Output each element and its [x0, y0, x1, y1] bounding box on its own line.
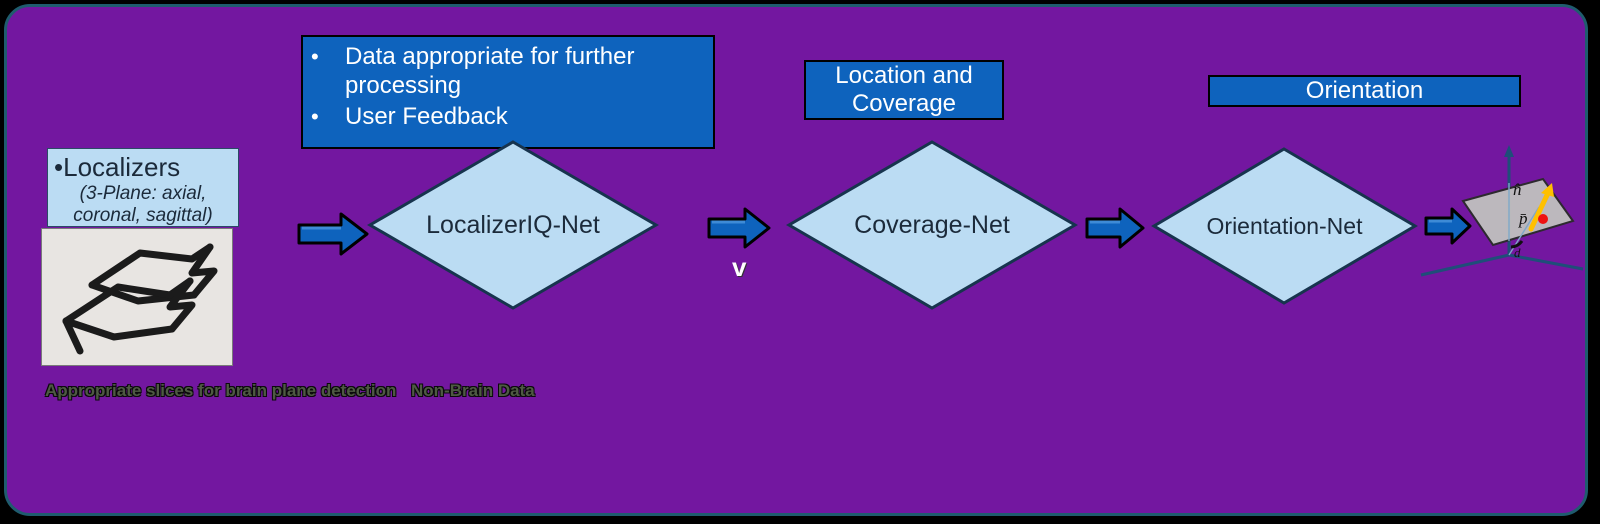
bullet-item: • Data appropriate for further processin… [311, 43, 703, 101]
svg-text:n̂: n̂ [1513, 180, 1522, 199]
callout-line-1: Location and [835, 62, 973, 90]
bullet-dot-icon: • [311, 44, 319, 69]
callout-coverage-output: Location and Coverage [804, 60, 1004, 120]
flow-arrow-1-icon [297, 212, 369, 256]
diagram-slide: • Data appropriate for further processin… [4, 4, 1588, 516]
callout-localizeriq-output: • Data appropriate for further processin… [301, 35, 715, 149]
flow-arrow-2-icon [707, 207, 771, 249]
bullet-text: User Feedback [345, 102, 508, 130]
stage-orientation-net: Orientation-Net [1151, 147, 1418, 305]
localizers-title-row: •Localizers [54, 153, 232, 182]
flow-arrow-3-icon [1085, 207, 1145, 249]
callout-orientation-output: Orientation [1208, 75, 1521, 107]
bullet-text: Data appropriate for further processing [345, 43, 635, 99]
callout-line-2: Coverage [851, 90, 957, 117]
connector-mark: v [732, 252, 747, 282]
bullet-item: • User Feedback [311, 103, 703, 132]
input-localizers-box: •Localizers (3-Plane: axial, coronal, sa… [47, 148, 239, 227]
svg-text:p̄: p̄ [1518, 209, 1528, 228]
localizers-title: Localizers [63, 152, 181, 182]
bullet-dot-icon: • [54, 152, 64, 182]
localizer-sketch-image [41, 228, 233, 366]
localizers-subtitle-2: coronal, sagittal) [73, 204, 213, 226]
orientation-vector-diagram: n̂ p̄ d [1407, 143, 1585, 283]
stage-localizeriq-net: LocalizerIQ-Net [367, 140, 659, 310]
caption-non-brain-data: Non-Brain Data [411, 381, 535, 400]
localizers-subtitle-1: (3-Plane: axial, [79, 182, 207, 204]
caption-appropriate-slices: Appropriate slices for brain plane detec… [45, 381, 397, 400]
stage-coverage-net: Coverage-Net [786, 140, 1078, 310]
callout-line-1: Orientation [1305, 77, 1424, 105]
bullet-dot-icon: • [311, 103, 319, 129]
svg-text:d: d [1514, 245, 1521, 260]
